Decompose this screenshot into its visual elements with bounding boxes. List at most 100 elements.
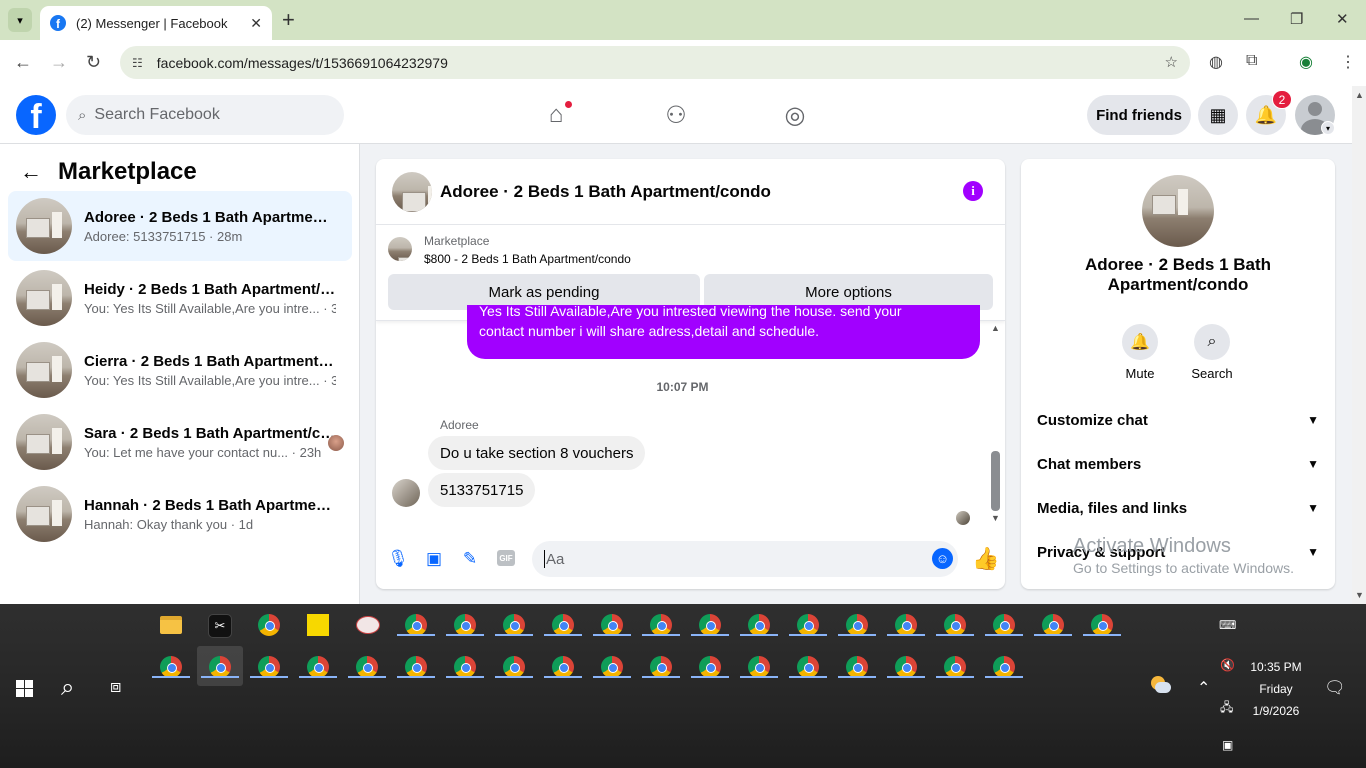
network-icon[interactable]: 🖧 xyxy=(1220,698,1233,719)
chrome-window-icon[interactable] xyxy=(405,656,427,678)
chrome-window-icon[interactable] xyxy=(405,614,427,636)
taskbar-clock[interactable]: 10:35 PM Friday 1/9/2026 xyxy=(1236,656,1316,722)
groups-icon[interactable]: ◎ xyxy=(780,100,810,130)
emoji-icon[interactable]: ☺ xyxy=(932,548,953,569)
chrome-window-icon[interactable] xyxy=(454,656,476,678)
media-files-links-section[interactable]: Media, files and links ▼ xyxy=(1037,488,1319,528)
listing-thumbnail[interactable] xyxy=(392,171,432,212)
chrome-window-icon[interactable] xyxy=(748,656,770,678)
chrome-window-icon[interactable] xyxy=(503,656,525,678)
info-icon[interactable]: i xyxy=(963,181,983,201)
file-explorer-icon[interactable] xyxy=(160,616,182,634)
photo-icon[interactable]: ▣ xyxy=(422,547,446,571)
scroll-up-icon[interactable]: ▲ xyxy=(1355,90,1364,100)
chrome-window-icon[interactable] xyxy=(944,614,966,636)
chrome-window-icon[interactable] xyxy=(356,656,378,678)
profile-icon[interactable]: ◉ xyxy=(1299,52,1313,72)
chrome-window-icon[interactable] xyxy=(944,656,966,678)
chrome-window-icon[interactable] xyxy=(699,614,721,636)
capcut-icon[interactable]: ✂ xyxy=(208,614,232,638)
chrome-window-icon[interactable] xyxy=(895,614,917,636)
forward-arrow-icon[interactable]: → xyxy=(50,52,68,73)
facebook-search-input[interactable]: ⌕ Search Facebook xyxy=(66,95,344,135)
outgoing-message-bubble[interactable]: Yes Its Still Available,Are you intreste… xyxy=(467,305,980,359)
message-input[interactable]: Aa xyxy=(532,541,958,577)
chrome-window-icon[interactable] xyxy=(846,656,868,678)
chrome-window-icon[interactable] xyxy=(552,656,574,678)
chrome-window-icon[interactable] xyxy=(209,656,231,678)
back-arrow-icon[interactable]: ← xyxy=(20,159,42,185)
scrollbar-thumb[interactable] xyxy=(991,451,1000,511)
chrome-window-icon[interactable] xyxy=(503,614,525,636)
browser-tab[interactable]: f (2) Messenger | Facebook ✕ xyxy=(40,6,272,40)
chrome-window-icon[interactable] xyxy=(454,614,476,636)
chat-members-section[interactable]: Chat members ▼ xyxy=(1037,444,1319,484)
listing-thumbnail[interactable] xyxy=(1142,175,1214,247)
chrome-window-icon[interactable] xyxy=(601,656,623,678)
maximize-button[interactable]: ❐ xyxy=(1290,10,1303,28)
scroll-down-icon[interactable]: ▼ xyxy=(991,513,1000,523)
site-info-icon[interactable]: ☷ xyxy=(132,56,143,70)
weather-icon[interactable] xyxy=(1149,676,1171,694)
chrome-window-icon[interactable] xyxy=(846,614,868,636)
chat-item-cierra[interactable]: Cierra · 2 Beds 1 Bath Apartment/condo Y… xyxy=(8,335,352,405)
chrome-window-icon[interactable] xyxy=(601,614,623,636)
volume-muted-icon[interactable]: 🔇 xyxy=(1220,658,1235,672)
browser-menu-icon[interactable]: ⋮ xyxy=(1340,52,1356,72)
tab-close-icon[interactable]: ✕ xyxy=(250,15,262,32)
translate-icon[interactable]: ◍ xyxy=(1209,52,1223,72)
chrome-window-icon[interactable] xyxy=(258,614,280,636)
facebook-logo[interactable]: f xyxy=(16,95,56,135)
chrome-window-icon[interactable] xyxy=(160,656,182,678)
tab-search-button[interactable]: ▾ xyxy=(8,8,32,32)
conversation-scrollbar[interactable]: ▲ ▼ xyxy=(989,321,1005,525)
mute-button[interactable]: 🔔 Mute xyxy=(1110,324,1170,381)
address-bar[interactable]: ☷ facebook.com/messages/t/15366910642329… xyxy=(120,46,1190,79)
chat-item-sara[interactable]: Sara · 2 Beds 1 Bath Apartment/condo You… xyxy=(8,407,352,477)
page-scrollbar[interactable]: ▲ ▼ xyxy=(1352,86,1366,604)
bookmark-star-icon[interactable]: ☆ xyxy=(1165,53,1178,71)
customize-chat-section[interactable]: Customize chat ▼ xyxy=(1037,400,1319,440)
thumbs-up-icon[interactable]: 👍 xyxy=(972,546,999,572)
search-conversation-button[interactable]: ⌕ Search xyxy=(1182,324,1242,381)
task-view-icon[interactable]: ⧈ xyxy=(110,676,121,697)
scroll-up-icon[interactable]: ▲ xyxy=(991,323,1000,333)
menu-grid-icon[interactable]: ▦ xyxy=(1198,95,1238,135)
close-window-button[interactable]: ✕ xyxy=(1336,10,1349,28)
chat-item-heidy[interactable]: Heidy · 2 Beds 1 Bath Apartment/condo Yo… xyxy=(8,263,352,333)
action-center-icon[interactable]: 🗨 xyxy=(1324,678,1346,698)
chrome-window-icon[interactable] xyxy=(1091,614,1113,636)
find-friends-button[interactable]: Find friends xyxy=(1087,95,1191,135)
new-tab-button[interactable]: + xyxy=(282,8,295,32)
incoming-message-bubble[interactable]: 5133751715 xyxy=(428,473,536,507)
chrome-window-icon[interactable] xyxy=(650,614,672,636)
extensions-icon[interactable]: ⧉ xyxy=(1246,52,1257,70)
chrome-window-icon[interactable] xyxy=(797,614,819,636)
url-text[interactable]: facebook.com/messages/t/1536691064232979 xyxy=(157,55,448,71)
sticky-notes-icon[interactable] xyxy=(307,614,329,636)
chrome-window-icon[interactable] xyxy=(993,614,1015,636)
chevron-down-icon[interactable]: ▾ xyxy=(1321,121,1335,135)
chrome-window-icon[interactable] xyxy=(699,656,721,678)
meet-now-icon[interactable]: ▣ xyxy=(1222,738,1233,752)
chevron-up-icon[interactable]: ⌃ xyxy=(1197,678,1210,698)
chat-item-hannah[interactable]: Hannah · 2 Beds 1 Bath Apartment/condo H… xyxy=(8,479,352,549)
listing-price-title[interactable]: $800 - 2 Beds 1 Bath Apartment/condo xyxy=(424,252,631,266)
sender-avatar[interactable] xyxy=(392,479,420,507)
microphone-icon[interactable]: 🎙 xyxy=(386,547,410,571)
sticker-icon[interactable]: ✎ xyxy=(458,547,482,571)
gif-icon[interactable]: GIF xyxy=(497,550,515,566)
reload-icon[interactable]: ↻ xyxy=(86,52,101,73)
chrome-window-icon[interactable] xyxy=(552,614,574,636)
language-icon[interactable]: ⌨ xyxy=(1219,618,1236,632)
conversation-title[interactable]: Adoree · 2 Beds 1 Bath Apartment/condo xyxy=(440,182,771,202)
chrome-window-icon[interactable] xyxy=(258,656,280,678)
search-icon[interactable]: ⌕ xyxy=(61,674,74,702)
chrome-window-icon[interactable] xyxy=(1042,614,1064,636)
chrome-window-icon[interactable] xyxy=(797,656,819,678)
windows-start-icon[interactable] xyxy=(16,680,33,697)
chrome-window-icon[interactable] xyxy=(650,656,672,678)
chrome-window-icon[interactable] xyxy=(895,656,917,678)
chrome-window-icon[interactable] xyxy=(307,656,329,678)
chrome-window-icon[interactable] xyxy=(993,656,1015,678)
